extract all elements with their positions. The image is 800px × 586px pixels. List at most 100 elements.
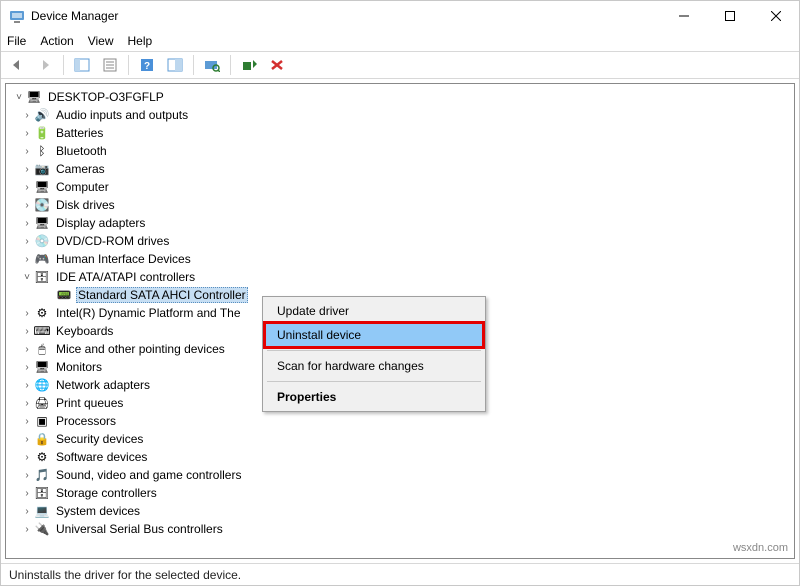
properties-icon[interactable] (98, 54, 122, 76)
tree-item-16[interactable]: ›▣Processors (12, 412, 790, 430)
computer-icon: 🖥 (26, 89, 42, 105)
tree-item-label: Bluetooth (54, 143, 109, 159)
twisty-icon[interactable]: › (20, 434, 34, 445)
titlebar: Device Manager (1, 1, 799, 31)
tree-item-8[interactable]: ›🎮Human Interface Devices (12, 250, 790, 268)
status-text: Uninstalls the driver for the selected d… (9, 568, 241, 582)
twisty-icon[interactable]: › (20, 344, 34, 355)
toolbar: ? (1, 51, 799, 79)
update-driver-icon[interactable] (237, 54, 261, 76)
back-button[interactable] (5, 54, 29, 76)
tree-item-20[interactable]: ›🗄Storage controllers (12, 484, 790, 502)
twisty-icon[interactable]: › (20, 182, 34, 193)
maximize-button[interactable] (707, 1, 753, 31)
twisty-icon[interactable]: › (20, 380, 34, 391)
twisty-icon[interactable]: › (20, 200, 34, 211)
tree-item-22[interactable]: ›🔌Universal Serial Bus controllers (12, 520, 790, 538)
twisty-icon[interactable]: ˅ (12, 92, 26, 103)
twisty-icon[interactable]: › (20, 236, 34, 247)
tree-item-6[interactable]: ›🖥Display adapters (12, 214, 790, 232)
minimize-button[interactable] (661, 1, 707, 31)
tree-item-label: Cameras (54, 161, 107, 177)
audio-icon: 🔊 (34, 107, 50, 123)
twisty-icon[interactable]: › (20, 218, 34, 229)
security-icon: 🔒 (34, 431, 50, 447)
tree-item-label: Security devices (54, 431, 145, 447)
tree-item-3[interactable]: ›📷Cameras (12, 160, 790, 178)
close-button[interactable] (753, 1, 799, 31)
tree-item-0[interactable]: ›🔊Audio inputs and outputs (12, 106, 790, 124)
tree-item-18[interactable]: ›⚙Software devices (12, 448, 790, 466)
ctx-update-driver[interactable]: Update driver (265, 299, 483, 323)
twisty-icon[interactable]: › (20, 110, 34, 121)
device-icon: 📟 (56, 287, 72, 303)
ide-icon: 🗄 (34, 269, 50, 285)
menu-view[interactable]: View (88, 34, 114, 48)
twisty-icon[interactable]: › (20, 254, 34, 265)
scan-hardware-icon[interactable] (200, 54, 224, 76)
twisty-icon[interactable]: › (20, 164, 34, 175)
twisty-icon[interactable]: › (20, 416, 34, 427)
tree-item-label: Sound, video and game controllers (54, 467, 243, 483)
tree-item-label: Processors (54, 413, 118, 429)
printer-icon: 🖨 (34, 395, 50, 411)
svg-text:?: ? (144, 61, 150, 72)
storage-icon: 🗄 (34, 485, 50, 501)
tree-root[interactable]: ˅🖥DESKTOP-O3FGFLP (12, 88, 790, 106)
tree-item-9[interactable]: ˅🗄IDE ATA/ATAPI controllers (12, 268, 790, 286)
twisty-icon[interactable]: › (20, 146, 34, 157)
usb-icon: 🔌 (34, 521, 50, 537)
system-icon: 💻 (34, 503, 50, 519)
tree-item-7[interactable]: ›💿DVD/CD-ROM drives (12, 232, 790, 250)
tree-item-4[interactable]: ›🖥Computer (12, 178, 790, 196)
ctx-uninstall-device[interactable]: Uninstall device (265, 323, 483, 347)
tree-item-label: System devices (54, 503, 142, 519)
monitor-icon: 🖥 (34, 359, 50, 375)
twisty-icon[interactable]: › (20, 488, 34, 499)
twisty-icon[interactable]: › (20, 452, 34, 463)
twisty-icon[interactable]: › (20, 506, 34, 517)
help-icon[interactable]: ? (135, 54, 159, 76)
uninstall-device-icon[interactable] (265, 54, 289, 76)
tree-item-19[interactable]: ›🎵Sound, video and game controllers (12, 466, 790, 484)
twisty-icon[interactable]: ˅ (20, 272, 34, 283)
processor-icon: ▣ (34, 413, 50, 429)
tree-item-2[interactable]: ›ᛒBluetooth (12, 142, 790, 160)
menu-help[interactable]: Help (128, 34, 153, 48)
watermark: wsxdn.com (733, 542, 788, 554)
software-icon: ⚙ (34, 449, 50, 465)
twisty-icon[interactable]: › (20, 524, 34, 535)
tree-item-label: DVD/CD-ROM drives (54, 233, 171, 249)
battery-icon: 🔋 (34, 125, 50, 141)
keyboard-icon: ⌨ (34, 323, 50, 339)
tree-item-label: Keyboards (54, 323, 115, 339)
tree-item-label: Print queues (54, 395, 125, 411)
tree-item-label: Universal Serial Bus controllers (54, 521, 225, 537)
twisty-icon[interactable]: › (20, 308, 34, 319)
menu-action[interactable]: Action (40, 34, 73, 48)
ctx-properties[interactable]: Properties (265, 385, 483, 409)
menu-file[interactable]: File (7, 34, 26, 48)
twisty-icon[interactable]: › (20, 470, 34, 481)
twisty-icon[interactable]: › (20, 398, 34, 409)
tree-item-1[interactable]: ›🔋Batteries (12, 124, 790, 142)
tree-item-label: Storage controllers (54, 485, 159, 501)
twisty-icon[interactable]: › (20, 128, 34, 139)
ctx-separator (267, 381, 481, 382)
tree-item-5[interactable]: ›💽Disk drives (12, 196, 790, 214)
show-hide-console-tree-icon[interactable] (70, 54, 94, 76)
forward-button[interactable] (33, 54, 57, 76)
ctx-scan-hardware[interactable]: Scan for hardware changes (265, 354, 483, 378)
tree-item-label: Mice and other pointing devices (54, 341, 227, 357)
window: Device Manager File Action View Help ? ˅… (0, 0, 800, 586)
tree-item-21[interactable]: ›💻System devices (12, 502, 790, 520)
ctx-separator (267, 350, 481, 351)
action-icon[interactable] (163, 54, 187, 76)
tree-item-label: Human Interface Devices (54, 251, 193, 267)
camera-icon: 📷 (34, 161, 50, 177)
tree-item-17[interactable]: ›🔒Security devices (12, 430, 790, 448)
sound-icon: 🎵 (34, 467, 50, 483)
twisty-icon[interactable]: › (20, 326, 34, 337)
twisty-icon[interactable]: › (20, 362, 34, 373)
tree-item-label: Intel(R) Dynamic Platform and The (54, 305, 243, 321)
